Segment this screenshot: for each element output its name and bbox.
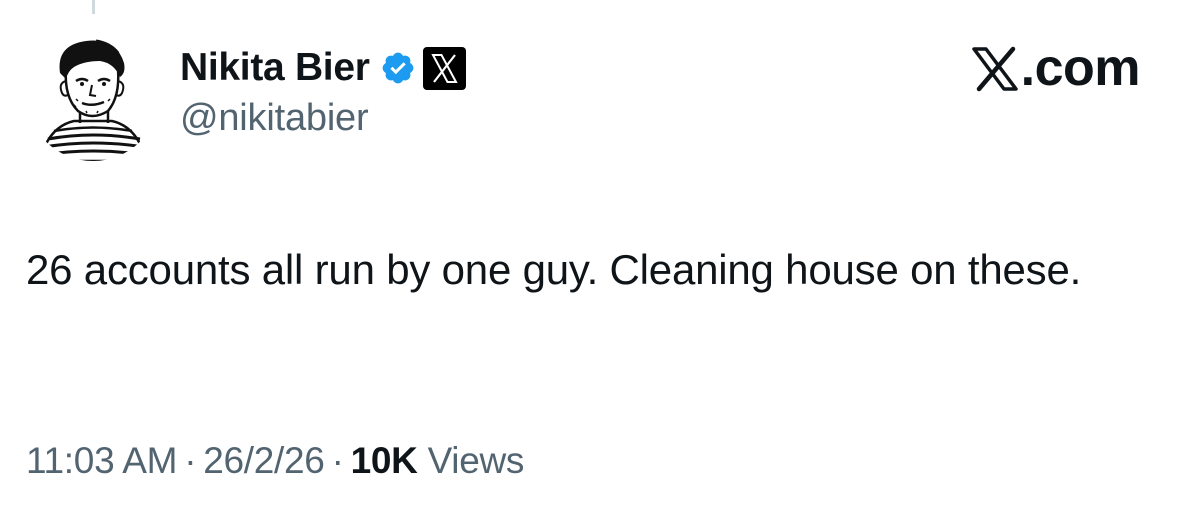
sketch-portrait-icon bbox=[26, 27, 160, 161]
x-logo-icon bbox=[971, 45, 1019, 92]
tweet-text: 26 accounts all run by one guy. Cleaning… bbox=[26, 246, 1082, 293]
author-display-name[interactable]: Nikita Bier bbox=[180, 46, 370, 90]
brand-domain-label: .com bbox=[1020, 39, 1141, 97]
author-name-row: Nikita Bier bbox=[180, 42, 467, 94]
avatar[interactable] bbox=[26, 27, 160, 161]
x-logo-icon bbox=[422, 46, 467, 91]
verified-check-icon bbox=[380, 50, 416, 86]
tweet-meta: 11:03 AM · 26/2/26 · 10K Views bbox=[26, 440, 524, 482]
thread-connector-line bbox=[92, 0, 95, 14]
views-label: Views bbox=[427, 440, 525, 481]
tweet-time[interactable]: 11:03 AM bbox=[26, 440, 177, 481]
meta-separator: · bbox=[331, 440, 344, 481]
meta-separator: · bbox=[184, 440, 197, 481]
site-brand: .com bbox=[971, 38, 1141, 98]
tweet-date[interactable]: 26/2/26 bbox=[203, 440, 325, 481]
views-count: 10K bbox=[350, 440, 418, 481]
author-handle[interactable]: @nikitabier bbox=[180, 97, 369, 140]
